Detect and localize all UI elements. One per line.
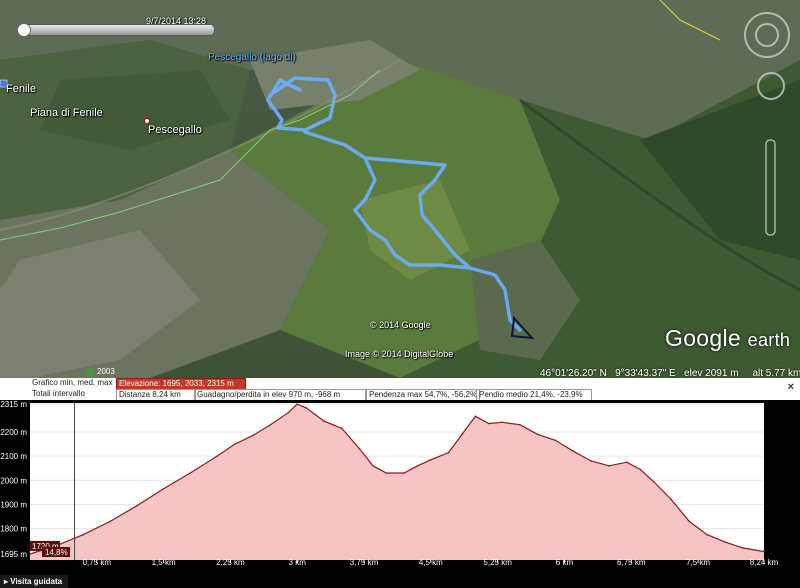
x-tick-label: 3 km xyxy=(289,558,307,566)
elevation-point xyxy=(626,461,628,463)
x-tick-label: 6,75 km xyxy=(617,558,646,566)
elevation-point xyxy=(487,422,490,425)
x-tick-label: 4,5 km xyxy=(419,558,443,566)
elevation-point xyxy=(461,433,463,436)
elevation-chart[interactable]: 2315 m 2200 m 2100 m 2000 m 1900 m 1800 m 1695… xyxy=(0,400,800,588)
elevation-point xyxy=(340,427,343,430)
latitude-readout: 46°01'26.20" N xyxy=(540,368,607,378)
elevation-point xyxy=(447,451,450,454)
y-tick-label: 2200 m xyxy=(0,428,27,437)
elevation-point xyxy=(251,434,254,437)
elevation-point xyxy=(474,415,477,418)
x-tick-label: 0,75 km xyxy=(83,558,112,566)
x-tick-label: 8,24 km xyxy=(750,558,779,566)
altitude-readout: alt 5.77 km xyxy=(752,368,800,378)
elevation-point xyxy=(724,541,726,543)
elevation-point xyxy=(29,553,31,555)
map-view[interactable]: 9/7/2014 13:28 Pescegallo (lago di) Feni… xyxy=(0,0,800,378)
elevation-point xyxy=(323,420,325,422)
profile-stats: Grafico min, med, max Elevazione: 1695, … xyxy=(0,378,800,401)
y-tick-label: 1900 m xyxy=(0,500,27,509)
elevation-readout: elev 2091 m xyxy=(684,368,739,378)
x-tick-label: 7,5 km xyxy=(686,558,710,566)
elevation-point xyxy=(358,448,361,450)
elevation-point xyxy=(430,458,432,461)
y-tick-label: 2000 m xyxy=(0,476,27,485)
guided-tour-button[interactable]: ▸ Visita guidata xyxy=(0,575,69,588)
elevation-point xyxy=(652,480,655,483)
elevation-point xyxy=(608,465,610,467)
imagery-year[interactable]: 2003 xyxy=(86,367,115,376)
google-earth-logo: Google earth xyxy=(665,325,790,352)
x-tick-label: 2,25 km xyxy=(216,558,245,566)
elevation-point xyxy=(572,450,575,453)
logo-google-label: Google xyxy=(665,325,741,351)
close-icon[interactable]: × xyxy=(788,381,794,393)
elevation-point xyxy=(416,465,419,467)
x-tick-label: 5,25 km xyxy=(483,558,512,566)
elevation-point xyxy=(82,533,85,536)
status-bar: 46°01'26.20" N 9°33'43.37" E elev 2091 m… xyxy=(540,368,800,378)
elevation-point xyxy=(519,423,521,426)
lake-label[interactable]: Pescegallo (lago di) xyxy=(208,52,296,63)
cursor-slope-label: 14,8% xyxy=(45,548,68,557)
elevation-point xyxy=(536,433,539,436)
elevation-point xyxy=(501,421,503,424)
graph-label: Grafico min, med, max xyxy=(32,378,113,387)
elevation-point xyxy=(162,487,165,490)
logo-earth-label: earth xyxy=(747,330,791,350)
y-tick-label: 1800 m xyxy=(0,525,27,534)
elevation-point xyxy=(287,411,290,414)
elevation-point xyxy=(639,468,641,471)
elevation-point xyxy=(688,520,690,523)
elevation-point xyxy=(269,423,272,426)
elevation-point xyxy=(305,407,307,409)
y-tick-label: 1695 m xyxy=(0,550,27,559)
elevation-point xyxy=(385,472,388,474)
elevation-point xyxy=(590,460,592,462)
totals-label: Totali intervallo xyxy=(32,389,85,398)
x-tick-label: 1,5 km xyxy=(152,558,176,566)
piana-label[interactable]: Piana di Fenile xyxy=(30,107,103,119)
elevation-point xyxy=(403,472,405,474)
pescegallo-label[interactable]: Pescegallo xyxy=(148,124,202,136)
x-tick-label: 3,75 km xyxy=(350,558,379,566)
imagery-label: Image © 2014 DigitalGlobe xyxy=(345,349,454,359)
guided-tour-label: Visita guidata xyxy=(10,577,63,586)
y-tick-label: 2100 m xyxy=(0,452,27,461)
clock-icon xyxy=(86,367,94,376)
elevation-point xyxy=(670,498,673,501)
elevation-point xyxy=(706,533,708,536)
elevation-point xyxy=(741,547,744,549)
elevation-chart-svg[interactable]: 2315 m 2200 m 2100 m 2000 m 1900 m 1800 m 1695… xyxy=(0,400,800,567)
elevation-point xyxy=(216,455,218,457)
elevation-point xyxy=(554,439,557,442)
copyright-label: © 2014 Google xyxy=(370,320,431,330)
elevation-point xyxy=(763,550,765,553)
elevation-point xyxy=(372,465,374,467)
elevation-profile-panel: Grafico min, med, max Elevazione: 1695, … xyxy=(0,378,800,588)
x-tick-label: 6 km xyxy=(556,558,574,566)
imagery-year-label: 2003 xyxy=(97,367,115,376)
time-slider[interactable] xyxy=(17,23,215,37)
elevation-point xyxy=(296,403,299,406)
fenile-label[interactable]: Fenile xyxy=(6,83,36,95)
elevation-point xyxy=(136,504,138,507)
elevation-point xyxy=(109,520,111,523)
elevation-point xyxy=(234,443,236,445)
time-slider-knob[interactable] xyxy=(17,23,31,37)
y-tick-label: 2315 m xyxy=(0,400,27,409)
elevation-point xyxy=(189,472,192,474)
longitude-readout: 9°33'43.37" E xyxy=(615,368,676,378)
